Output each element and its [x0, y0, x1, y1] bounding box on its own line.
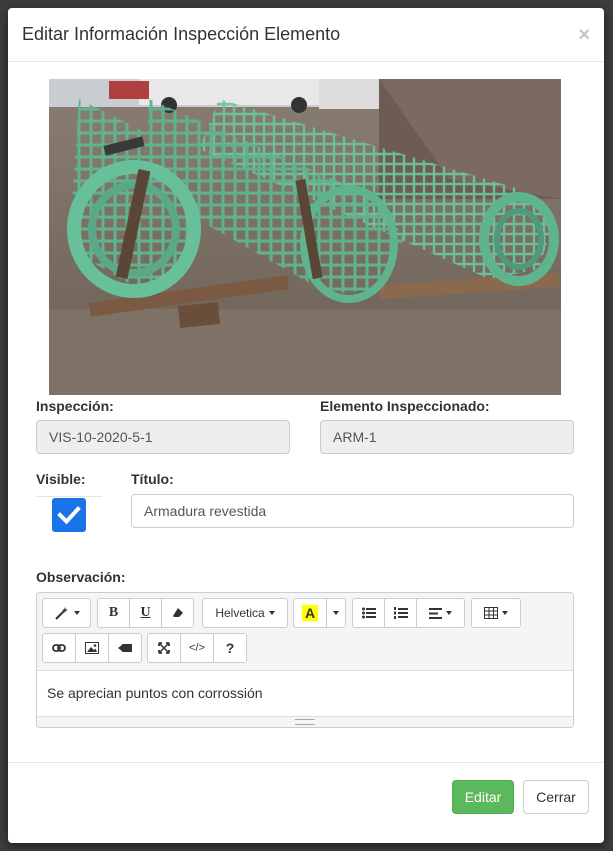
- chevron-down-icon: [446, 611, 452, 615]
- align-left-icon: [429, 607, 442, 619]
- color-dropdown[interactable]: [326, 598, 346, 628]
- magic-wand-icon: [54, 607, 68, 620]
- titulo-input[interactable]: [131, 494, 574, 528]
- chevron-down-icon: [268, 611, 275, 615]
- video-button[interactable]: [108, 633, 142, 663]
- bold-button[interactable]: B: [97, 598, 130, 628]
- editor-resize-handle[interactable]: [37, 716, 573, 727]
- grip-icon: [295, 719, 315, 725]
- modal-footer: Editar Cerrar: [8, 762, 604, 843]
- modal-header: Editar Información Inspección Elemento ×: [8, 8, 604, 62]
- unordered-list-button[interactable]: [352, 598, 385, 628]
- rich-text-editor: B U Helvetica A </> ? Se aprecian puntos…: [36, 592, 574, 728]
- elemento-field: ARM-1: [320, 420, 574, 454]
- editor-toolbar: B U Helvetica A </> ?: [37, 593, 573, 671]
- style-dropdown[interactable]: [42, 598, 91, 628]
- checkmark-icon: [57, 506, 81, 525]
- color-letter: A: [301, 605, 319, 621]
- visible-divider: [36, 496, 102, 497]
- table-dropdown[interactable]: [471, 598, 521, 628]
- inspeccion-label: Inspección:: [36, 398, 114, 414]
- font-name-dropdown[interactable]: Helvetica: [202, 598, 288, 628]
- codeview-button[interactable]: </>: [180, 633, 214, 663]
- eraser-icon: [172, 608, 183, 617]
- font-name-value: Helvetica: [215, 606, 265, 620]
- titulo-label: Título:: [131, 471, 174, 487]
- link-button[interactable]: [42, 633, 76, 663]
- inspeccion-field: VIS-10-2020-5-1: [36, 420, 290, 454]
- expand-icon: [158, 642, 170, 654]
- chevron-down-icon: [73, 611, 80, 615]
- observacion-label: Observación:: [36, 569, 126, 585]
- ordered-list-button[interactable]: [384, 598, 417, 628]
- visible-checkbox[interactable]: [52, 498, 86, 532]
- close-button[interactable]: Cerrar: [523, 780, 589, 814]
- clear-format-button[interactable]: [161, 598, 194, 628]
- underline-button[interactable]: U: [129, 598, 162, 628]
- image-icon: [85, 642, 99, 654]
- help-button[interactable]: ?: [213, 633, 247, 663]
- table-icon: [484, 607, 498, 619]
- bullet-list-icon: [361, 607, 376, 619]
- picture-button[interactable]: [75, 633, 109, 663]
- chevron-down-icon: [502, 611, 508, 615]
- edit-button[interactable]: Editar: [452, 780, 514, 814]
- elemento-label: Elemento Inspeccionado:: [320, 398, 490, 414]
- font-color-button[interactable]: A: [293, 598, 327, 628]
- chevron-down-icon: [333, 611, 339, 615]
- close-icon[interactable]: ×: [578, 25, 590, 45]
- inspection-photo: [49, 79, 561, 395]
- fullscreen-button[interactable]: [147, 633, 181, 663]
- link-icon: [52, 644, 66, 652]
- edit-inspection-modal: Editar Información Inspección Elemento ×: [8, 8, 604, 843]
- paragraph-dropdown[interactable]: [416, 598, 465, 628]
- modal-title: Editar Información Inspección Elemento: [22, 24, 341, 44]
- observacion-editor-content[interactable]: Se aprecian puntos con corrossión: [37, 671, 573, 719]
- numbered-list-icon: [393, 607, 408, 619]
- video-icon: [118, 644, 132, 652]
- visible-label: Visible:: [36, 471, 86, 487]
